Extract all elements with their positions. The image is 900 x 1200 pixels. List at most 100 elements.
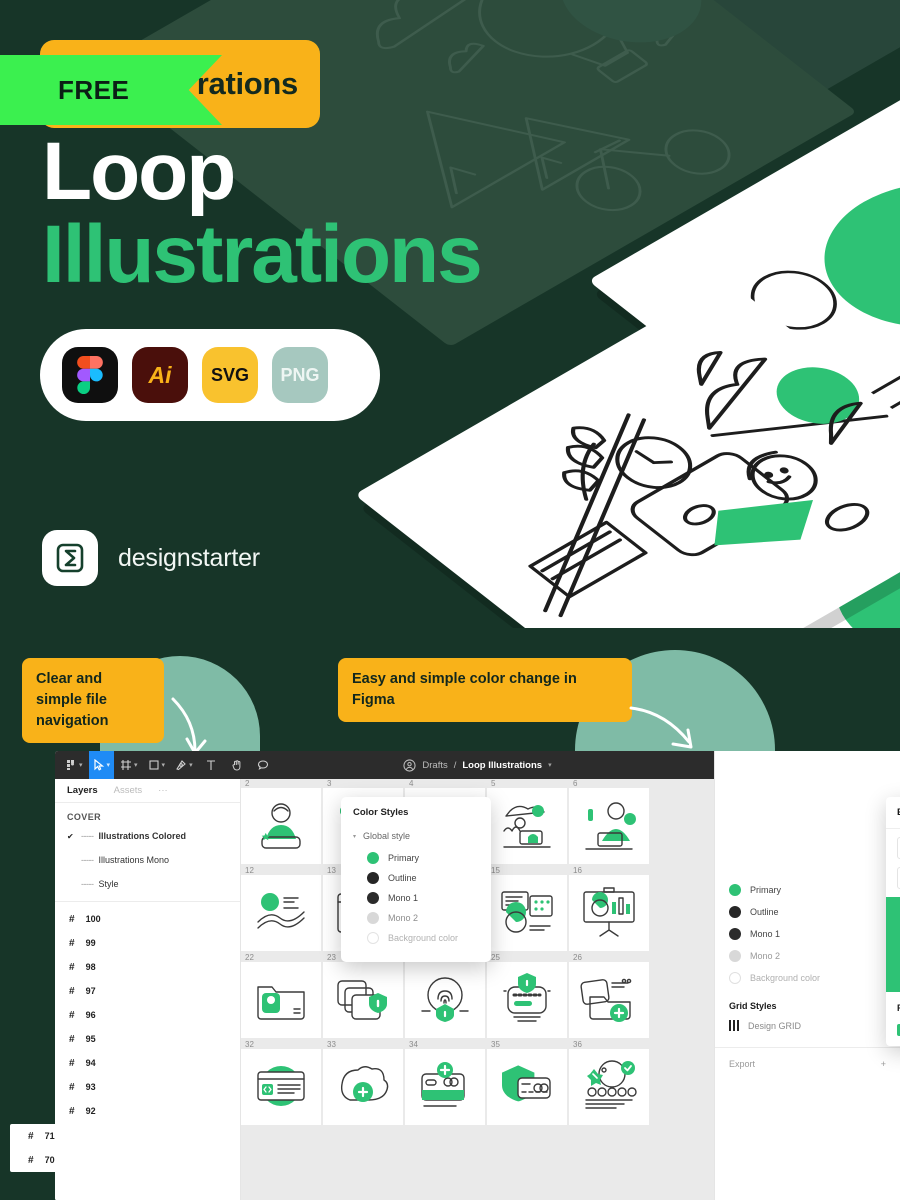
layer-page-item[interactable]: ----- Illustrations Mono — [55, 848, 240, 872]
color-style-item[interactable]: Primary — [341, 848, 491, 868]
breadcrumb-file[interactable]: Loop Illustrations — [462, 760, 542, 771]
right-panel-style-row[interactable]: Mono 1 — [715, 923, 900, 945]
swatch-outline-icon — [367, 872, 379, 884]
illustration-cell[interactable] — [487, 875, 567, 951]
breadcrumb-root[interactable]: Drafts — [422, 760, 447, 771]
layer-frame-item[interactable]: #96 — [55, 1003, 240, 1027]
illustration-cell[interactable] — [569, 875, 649, 951]
frame-label: 36 — [573, 1040, 582, 1049]
layer-frame-item[interactable]: #98 — [55, 955, 240, 979]
frame-label: 12 — [245, 866, 254, 875]
grid-style-label: Design GRID — [748, 1020, 802, 1031]
frame-label: 33 — [327, 1040, 336, 1049]
frame-label: 3 — [327, 779, 332, 788]
color-styles-title: Color Styles — [353, 807, 409, 818]
chevron-down-icon[interactable]: ▾ — [548, 761, 552, 769]
illustration-cell[interactable] — [241, 1049, 321, 1125]
layer-frame-label: 94 — [85, 1058, 96, 1068]
right-panel-style-label: Outline — [750, 907, 779, 917]
layer-frame-item[interactable]: #97 — [55, 979, 240, 1003]
layer-frame-item[interactable]: #93 — [55, 1075, 240, 1099]
illustration-cell[interactable] — [569, 788, 649, 864]
brand-name: designstarter — [118, 543, 260, 572]
comment-tool-icon[interactable] — [251, 751, 275, 779]
hand-tool-icon[interactable] — [225, 751, 249, 779]
main-menu-icon[interactable]: ▾ — [61, 751, 87, 779]
text-tool-icon[interactable] — [199, 751, 223, 779]
layer-frame-item[interactable]: #71 — [10, 1124, 240, 1148]
layer-frame-item[interactable]: #94 — [55, 1051, 240, 1075]
layer-frame-item[interactable]: #99 — [55, 931, 240, 955]
right-panel-style-row[interactable]: Primary — [715, 879, 900, 901]
export-add-icon[interactable]: + — [881, 1059, 886, 1069]
illustration-cell[interactable] — [241, 788, 321, 864]
illustration-cell[interactable] — [569, 1049, 649, 1125]
style-color-preview[interactable] — [886, 897, 900, 992]
tab-assets[interactable]: Assets — [114, 785, 143, 796]
illustration-cell[interactable] — [405, 962, 485, 1038]
color-styles-popup: Color Styles ▾ Global style Primary Outl… — [341, 797, 491, 962]
frame-tool-icon[interactable]: ▾ — [116, 751, 142, 779]
illustration-cell[interactable] — [487, 962, 567, 1038]
frame-label: 34 — [409, 1040, 418, 1049]
illustration-cell[interactable] — [241, 875, 321, 951]
layer-page-dashes: ----- — [81, 831, 94, 841]
layer-frame-item[interactable]: #95 — [55, 1027, 240, 1051]
designstarter-logo-icon — [42, 530, 98, 586]
frame-icon: # — [69, 1081, 75, 1093]
layer-frame-label: 95 — [85, 1034, 96, 1044]
color-style-label: Background color — [388, 933, 459, 943]
layer-frame-item[interactable]: #92 — [55, 1099, 240, 1123]
frame-label: 6 — [573, 779, 578, 788]
illustration-cell[interactable] — [487, 1049, 567, 1125]
pen-tool-icon[interactable]: ▾ — [171, 751, 197, 779]
move-tool-icon[interactable]: ▾ — [88, 751, 115, 779]
color-style-item[interactable]: Background color — [341, 928, 491, 948]
shape-tool-icon[interactable]: ▾ — [144, 751, 170, 779]
layer-page-label: Style — [98, 879, 119, 889]
illustration-cell[interactable] — [569, 962, 649, 1038]
swatch-outline-icon — [729, 906, 741, 918]
figma-right-sidebar: Primary Outline Mono 1 Mono 2 Background… — [714, 751, 900, 1200]
color-style-item[interactable]: Outline — [341, 868, 491, 888]
right-panel-style-row[interactable]: Background color — [715, 967, 900, 989]
illustration-cell[interactable] — [241, 962, 321, 1038]
layers-panel-more-icon[interactable]: ··· — [158, 785, 168, 796]
color-style-item[interactable]: Mono 1 — [341, 888, 491, 908]
layer-page-item[interactable]: ✔ ----- Illustrations Colored — [55, 824, 240, 848]
illustration-cell[interactable] — [487, 788, 567, 864]
svg-icon: SVG — [202, 347, 258, 403]
free-ribbon-text: FREE — [58, 74, 130, 105]
svg-icon-label: SVG — [210, 364, 249, 385]
property-row[interactable]: 2EC275 100% − — [886, 1020, 900, 1046]
swatch-primary-icon — [729, 884, 741, 896]
grid-style-row[interactable]: Design GRID — [715, 1017, 900, 1041]
frame-icon: # — [28, 1130, 34, 1142]
illustration-cell[interactable] — [323, 1049, 403, 1125]
illustration-cell[interactable] — [323, 962, 403, 1038]
export-section[interactable]: Export + — [715, 1047, 900, 1080]
account-icon[interactable] — [403, 758, 416, 772]
chevron-down-icon: ▾ — [79, 762, 83, 769]
tab-layers[interactable]: Layers — [67, 785, 98, 796]
right-panel-style-label: Primary — [750, 885, 781, 895]
color-style-label: Mono 2 — [388, 913, 419, 923]
color-styles-group[interactable]: ▾ Global style — [341, 828, 491, 848]
layer-frame-item[interactable]: #70 — [10, 1148, 240, 1172]
callout-color-change: Easy and simple color change in Figma — [338, 658, 632, 723]
swatch-background-icon — [729, 972, 741, 984]
layer-page-item[interactable]: ----- Style — [55, 872, 240, 896]
page-title: Loop Illustrations — [42, 130, 483, 301]
png-icon: PNG — [272, 347, 328, 403]
chevron-down-icon: ▾ — [189, 762, 193, 769]
illustration-cell[interactable] — [405, 1049, 485, 1125]
layer-frame-item[interactable]: #100 — [55, 907, 240, 931]
color-styles-group-label: Global style — [363, 831, 411, 841]
right-panel-style-row[interactable]: Mono 2 — [715, 945, 900, 967]
layers-section-cover: COVER — [67, 812, 102, 822]
frame-icon: # — [69, 1033, 75, 1045]
chevron-down-icon[interactable]: ▾ — [353, 833, 356, 840]
color-style-item[interactable]: Mono 2 — [341, 908, 491, 928]
page-title-line2: Illustrations — [42, 209, 483, 301]
right-panel-style-row[interactable]: Outline — [715, 901, 900, 923]
